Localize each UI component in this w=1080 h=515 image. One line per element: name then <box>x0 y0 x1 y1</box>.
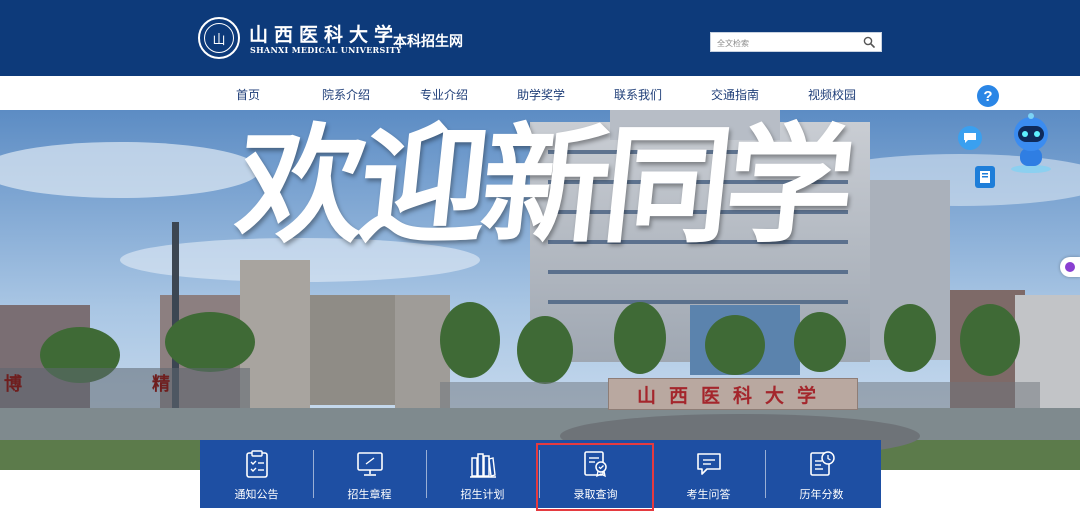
monitor-icon <box>357 452 383 476</box>
search-icon[interactable] <box>863 36 875 48</box>
side-tab-icon[interactable] <box>1060 257 1080 277</box>
quick-link-label: 招生章程 <box>347 489 392 501</box>
site-name[interactable]: 本科招生网 <box>393 31 463 51</box>
quick-link-label: 录取查询 <box>573 489 618 501</box>
quick-link-admission-query[interactable]: 录取查询 <box>539 440 652 508</box>
quick-links-bar: 通知公告 招生章程 招生计划 录取查询 考生问答 历年分数 <box>200 440 881 508</box>
chat-bubble-icon[interactable] <box>958 126 982 150</box>
clipboard-icon <box>246 450 268 478</box>
wall-inscription-left: 博 <box>4 374 22 395</box>
welcome-headline: 欢迎新同学 <box>230 111 856 261</box>
certificate-icon <box>584 451 607 478</box>
university-name-en: SHANXI MEDICAL UNIVERSITY <box>250 45 402 55</box>
quick-link-notices[interactable]: 通知公告 <box>200 440 313 508</box>
quick-link-past-scores[interactable]: 历年分数 <box>765 440 878 508</box>
nav-item-transport[interactable]: 交通指南 <box>711 86 759 103</box>
nav-item-majors[interactable]: 专业介绍 <box>420 86 468 103</box>
logo-inner-glyph: 山 <box>204 23 234 53</box>
quick-link-label: 历年分数 <box>799 489 844 501</box>
books-icon <box>470 453 496 478</box>
nav-item-contact[interactable]: 联系我们 <box>614 86 662 103</box>
score-history-icon <box>810 451 835 476</box>
book-icon[interactable] <box>975 166 995 188</box>
message-icon <box>697 453 721 475</box>
nav-item-home[interactable]: 首页 <box>236 86 260 103</box>
nav-item-departments[interactable]: 院系介绍 <box>322 86 370 103</box>
quick-link-faq[interactable]: 考生问答 <box>652 440 765 508</box>
wall-inscription-right: 精 <box>152 374 170 395</box>
quick-link-label: 通知公告 <box>234 489 279 501</box>
gate-stone-sign: 山西医科大学 <box>608 378 858 410</box>
university-logo-icon[interactable]: 山 <box>198 17 240 59</box>
site-header: 山 山西医科大学 SHANXI MEDICAL UNIVERSITY 本科招生网 <box>0 0 1080 76</box>
quick-link-enrollment-plan[interactable]: 招生计划 <box>426 440 539 508</box>
main-nav: 首页 院系介绍 专业介绍 助学奖学 联系我们 交通指南 视频校园 <box>0 76 1080 110</box>
university-name-cn[interactable]: 山西医科大学 <box>249 20 399 47</box>
quick-link-label: 考生问答 <box>686 489 731 501</box>
quick-link-label: 招生计划 <box>460 489 505 501</box>
search-input[interactable] <box>711 34 851 53</box>
quick-link-admission-rules[interactable]: 招生章程 <box>313 440 426 508</box>
search-box <box>710 32 882 53</box>
help-icon[interactable]: ? <box>977 85 999 107</box>
robot-icon[interactable] <box>1006 112 1056 174</box>
nav-item-scholarships[interactable]: 助学奖学 <box>517 86 565 103</box>
nav-item-video-campus[interactable]: 视频校园 <box>808 86 856 103</box>
